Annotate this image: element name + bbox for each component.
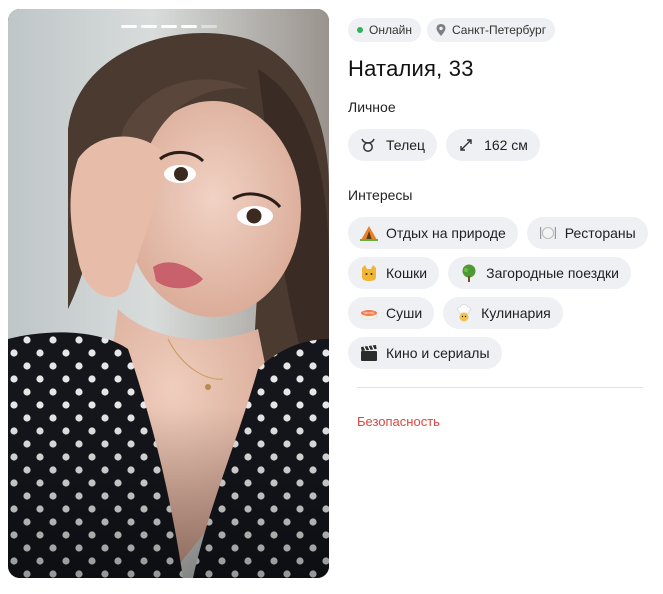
cutlery-icon	[539, 224, 557, 242]
personal-section-title: Личное	[348, 99, 396, 115]
tag-interest: Кошки	[348, 257, 440, 289]
profile-photo[interactable]	[8, 9, 329, 578]
tree-icon	[460, 264, 478, 282]
cat-icon	[360, 264, 378, 282]
tag-interest: Отдых на природе	[348, 217, 518, 249]
taurus-icon	[360, 137, 378, 153]
photo-page-indicator-bar	[180, 25, 197, 28]
tag-interest: Загородные поездки	[448, 257, 631, 289]
tag-interest: Кулинария	[443, 297, 563, 329]
personal-tags: Телец 162 см	[348, 129, 648, 161]
tag-interest: Суши	[348, 297, 435, 329]
photo-page-indicator-bar	[140, 25, 157, 28]
photo-page-indicator-bar	[160, 25, 177, 28]
city-badge: Санкт-Петербург	[426, 18, 556, 42]
profile-name: Наталия, 33	[348, 56, 474, 81]
location-pin-icon	[436, 24, 446, 36]
chef-icon	[455, 304, 473, 322]
photo-page-indicator-bar	[120, 25, 137, 28]
photo-page-indicator	[8, 25, 329, 28]
tag-label: Рестораны	[564, 225, 636, 241]
height-icon	[458, 137, 476, 153]
camping-icon	[360, 225, 378, 241]
interests-section-title: Интересы	[348, 187, 413, 203]
tag-interest: Рестораны	[526, 217, 648, 249]
status-chips: Онлайн Санкт-Петербург	[348, 18, 648, 42]
tag-label: 162 см	[484, 137, 528, 153]
tag-zodiac: Телец	[348, 129, 438, 161]
sushi-icon	[360, 305, 378, 321]
profile-photo-image	[8, 9, 329, 578]
tag-label: Загородные поездки	[486, 265, 619, 281]
profile-info: Онлайн Санкт-Петербург Наталия, 33 Лично…	[348, 18, 648, 369]
city-label: Санкт-Петербург	[451, 23, 547, 37]
online-badge: Онлайн	[348, 18, 421, 42]
online-status-icon	[357, 27, 363, 33]
divider	[357, 387, 643, 388]
tag-interest: Кино и сериалы	[348, 337, 502, 369]
tag-label: Кошки	[386, 265, 428, 281]
tag-height: 162 см	[446, 129, 540, 161]
safety-link[interactable]: Безопасность	[357, 414, 440, 429]
tag-label: Суши	[386, 305, 423, 321]
tag-label: Кулинария	[481, 305, 551, 321]
tag-label: Кино и сериалы	[386, 345, 490, 361]
online-label: Онлайн	[369, 23, 412, 37]
clapper-icon	[360, 345, 378, 361]
tag-label: Телец	[386, 137, 426, 153]
interest-tags: Отдых на природе Рестораны Кошки Загород…	[348, 217, 648, 369]
photo-page-indicator-bar	[200, 25, 217, 28]
tag-label: Отдых на природе	[386, 225, 506, 241]
